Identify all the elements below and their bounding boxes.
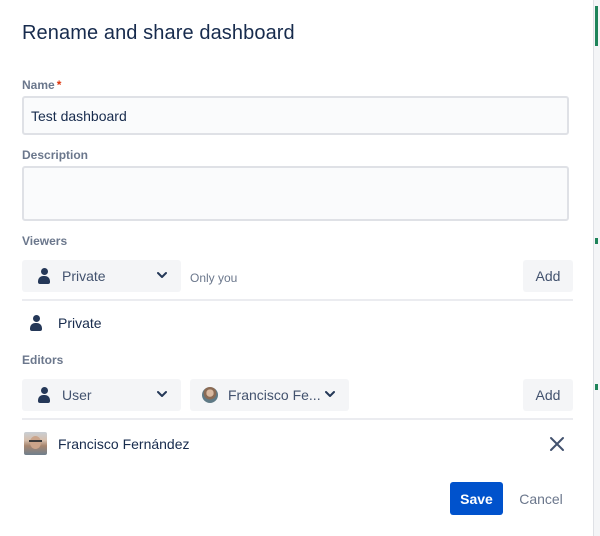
description-label: Description: [22, 148, 89, 162]
editor-list-item-name: Francisco Fernández: [58, 436, 190, 452]
name-input[interactable]: [22, 96, 569, 135]
viewers-type-value: Private: [62, 268, 106, 284]
name-label-text: Name: [22, 78, 55, 92]
dialog-title: Rename and share dashboard: [22, 22, 295, 44]
viewers-label: Viewers: [22, 234, 68, 248]
viewers-type-select[interactable]: Private: [22, 260, 181, 292]
editors-user-select[interactable]: Francisco Fe...: [190, 379, 349, 411]
add-editor-button[interactable]: Add: [523, 379, 573, 411]
person-icon: [38, 387, 50, 403]
editors-type-value: User: [62, 387, 92, 403]
add-viewer-button[interactable]: Add: [523, 260, 573, 292]
viewers-divider: [22, 299, 573, 301]
editors-divider: [22, 418, 573, 420]
chevron-down-icon: [157, 391, 167, 397]
background-page-edge: [593, 0, 600, 536]
description-textarea[interactable]: [22, 166, 569, 221]
viewers-helper-text: Only you: [190, 271, 238, 285]
cancel-button[interactable]: Cancel: [512, 482, 570, 515]
user-avatar-icon: [202, 387, 218, 403]
editors-type-select[interactable]: User: [22, 379, 181, 411]
viewer-list-item-label: Private: [58, 315, 102, 331]
editors-user-value: Francisco Fe...: [228, 387, 321, 403]
person-icon: [38, 268, 50, 284]
viewer-list-item: Private: [30, 315, 102, 331]
person-icon: [30, 315, 42, 331]
save-button[interactable]: Save: [450, 482, 503, 515]
name-label: Name *: [22, 78, 61, 92]
rename-share-dialog: Rename and share dashboard Name* Descrip…: [0, 0, 600, 536]
required-asterisk: *: [56, 78, 62, 92]
chevron-down-icon: [325, 391, 335, 397]
remove-editor-close-icon[interactable]: [548, 435, 566, 453]
editor-avatar: [24, 432, 47, 455]
editors-label: Editors: [22, 353, 64, 367]
chevron-down-icon: [157, 272, 167, 278]
